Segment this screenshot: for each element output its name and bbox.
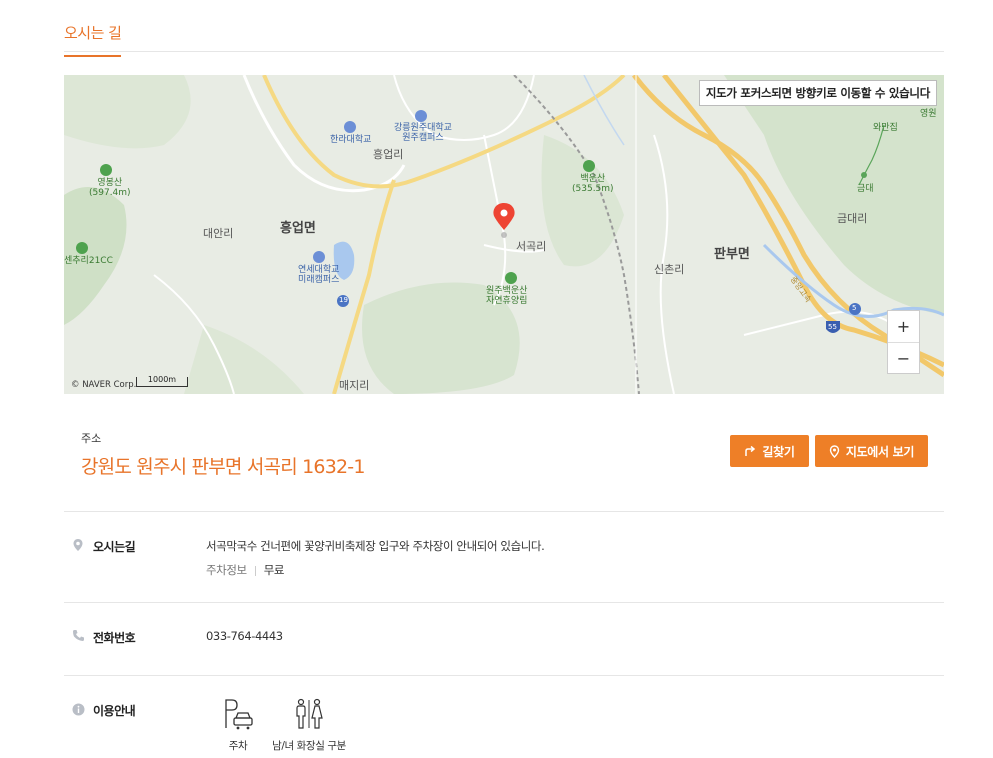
view-on-map-label: 지도에서 보기 — [845, 444, 915, 459]
parking-info-value: 무료 — [263, 563, 285, 577]
route-arrow-icon — [745, 445, 756, 456]
map-label-geumdae: 금대 — [857, 184, 874, 194]
directions-row: 오시는길 서곡막국수 건너편에 꽃양귀비축제장 입구와 주차장이 안내되어 있습… — [64, 511, 944, 602]
map-keyboard-notice: 지도가 포커스되면 방향키로 이동할 수 있습니다 — [698, 80, 937, 106]
phone-icon — [73, 630, 84, 641]
map-label-daean-ri: 대안리 — [203, 227, 234, 240]
map-label-baegun-san: 백운산 (535.5m) — [572, 174, 614, 195]
map-label-yeongbong-san: 영봉산 (597.4m) — [89, 178, 131, 199]
route-button[interactable]: 길찾기 — [730, 435, 809, 467]
section-tab-bar: 오시는 길 — [64, 0, 944, 57]
map-background — [64, 75, 944, 394]
view-on-map-button[interactable]: 지도에서 보기 — [815, 435, 928, 467]
map-label-cc: 센추리21CC — [64, 256, 113, 266]
phone-value[interactable]: 033-764-4443 — [206, 629, 283, 643]
amenity-parking: 주차 — [214, 698, 262, 753]
map-label-yonsei-univ: 연세대학교 미래캠퍼스 — [298, 265, 340, 286]
map-label-forest: 원주백운산 자연휴양림 — [486, 286, 528, 307]
facilities-title: 이용안내 — [93, 704, 136, 718]
map-label-geumdae-ri: 금대리 — [837, 212, 868, 225]
map-label-seogok-ri: 서곡리 — [516, 240, 547, 253]
map-label-route-5: 5 — [852, 304, 857, 312]
address-value: 강원도 원주시 판부면 서곡리 1632-1 — [81, 456, 365, 478]
facilities-row: 이용안내 주차 남/녀 화장실 구분 — [64, 675, 944, 758]
map-label-heungeop-myeon: 흥업면 — [280, 221, 316, 236]
amenity-restroom: 남/녀 화장실 구분 — [269, 698, 349, 753]
parking-info-label: 주차정보 — [206, 563, 247, 577]
route-button-label: 길찾기 — [762, 444, 795, 459]
phone-title: 전화번호 — [93, 631, 136, 645]
map-label-heungeop-ri: 흥업리 — [373, 148, 404, 161]
map-label-wanjip: 와만집 — [873, 123, 898, 133]
tab-directions[interactable]: 오시는 길 — [64, 22, 122, 57]
map-label-sinchon-ri: 신촌리 — [654, 263, 685, 276]
address-label: 주소 — [81, 432, 102, 445]
divider — [254, 565, 256, 576]
zoom-out-button[interactable]: − — [888, 342, 919, 373]
parking-icon — [225, 699, 253, 730]
map-copyright[interactable]: © NAVER Corp. — [71, 380, 136, 390]
restroom-icon — [296, 698, 323, 729]
directions-title: 오시는길 — [93, 540, 136, 554]
map-label-gangneung-univ: 강릉원주대학교 원주캠퍼스 — [394, 123, 452, 144]
map-label-yeongwon: 영원 — [920, 109, 937, 119]
amenity-parking-label: 주차 — [228, 740, 248, 752]
phone-row: 전화번호 033-764-4443 — [64, 602, 944, 675]
map-label-route-55: 55 — [828, 323, 837, 331]
map-view[interactable]: 흥업면 흥업리 대안리 서곡리 신촌리 판부면 금대리 매지리 한라대학교 강릉… — [64, 75, 944, 394]
info-icon — [72, 703, 85, 716]
amenity-restroom-label: 남/녀 화장실 구분 — [272, 740, 346, 752]
map-scale: 1000m — [136, 376, 188, 387]
zoom-in-button[interactable]: + — [888, 311, 919, 342]
map-label-panbu-myeon: 판부면 — [714, 247, 750, 262]
map-pin-icon — [829, 444, 840, 458]
map-label-maeji-ri: 매지리 — [339, 379, 370, 392]
map-label-route-19: 19 — [339, 296, 348, 304]
map-zoom-control: + − — [887, 310, 920, 374]
map-label-hallym-univ: 한라대학교 — [330, 135, 372, 145]
directions-text: 서곡막국수 건너편에 꽃양귀비축제장 입구와 주차장이 안내되어 있습니다. — [206, 539, 545, 553]
location-pin-icon — [73, 539, 83, 551]
parking-info: 주차정보 무료 — [206, 562, 285, 578]
